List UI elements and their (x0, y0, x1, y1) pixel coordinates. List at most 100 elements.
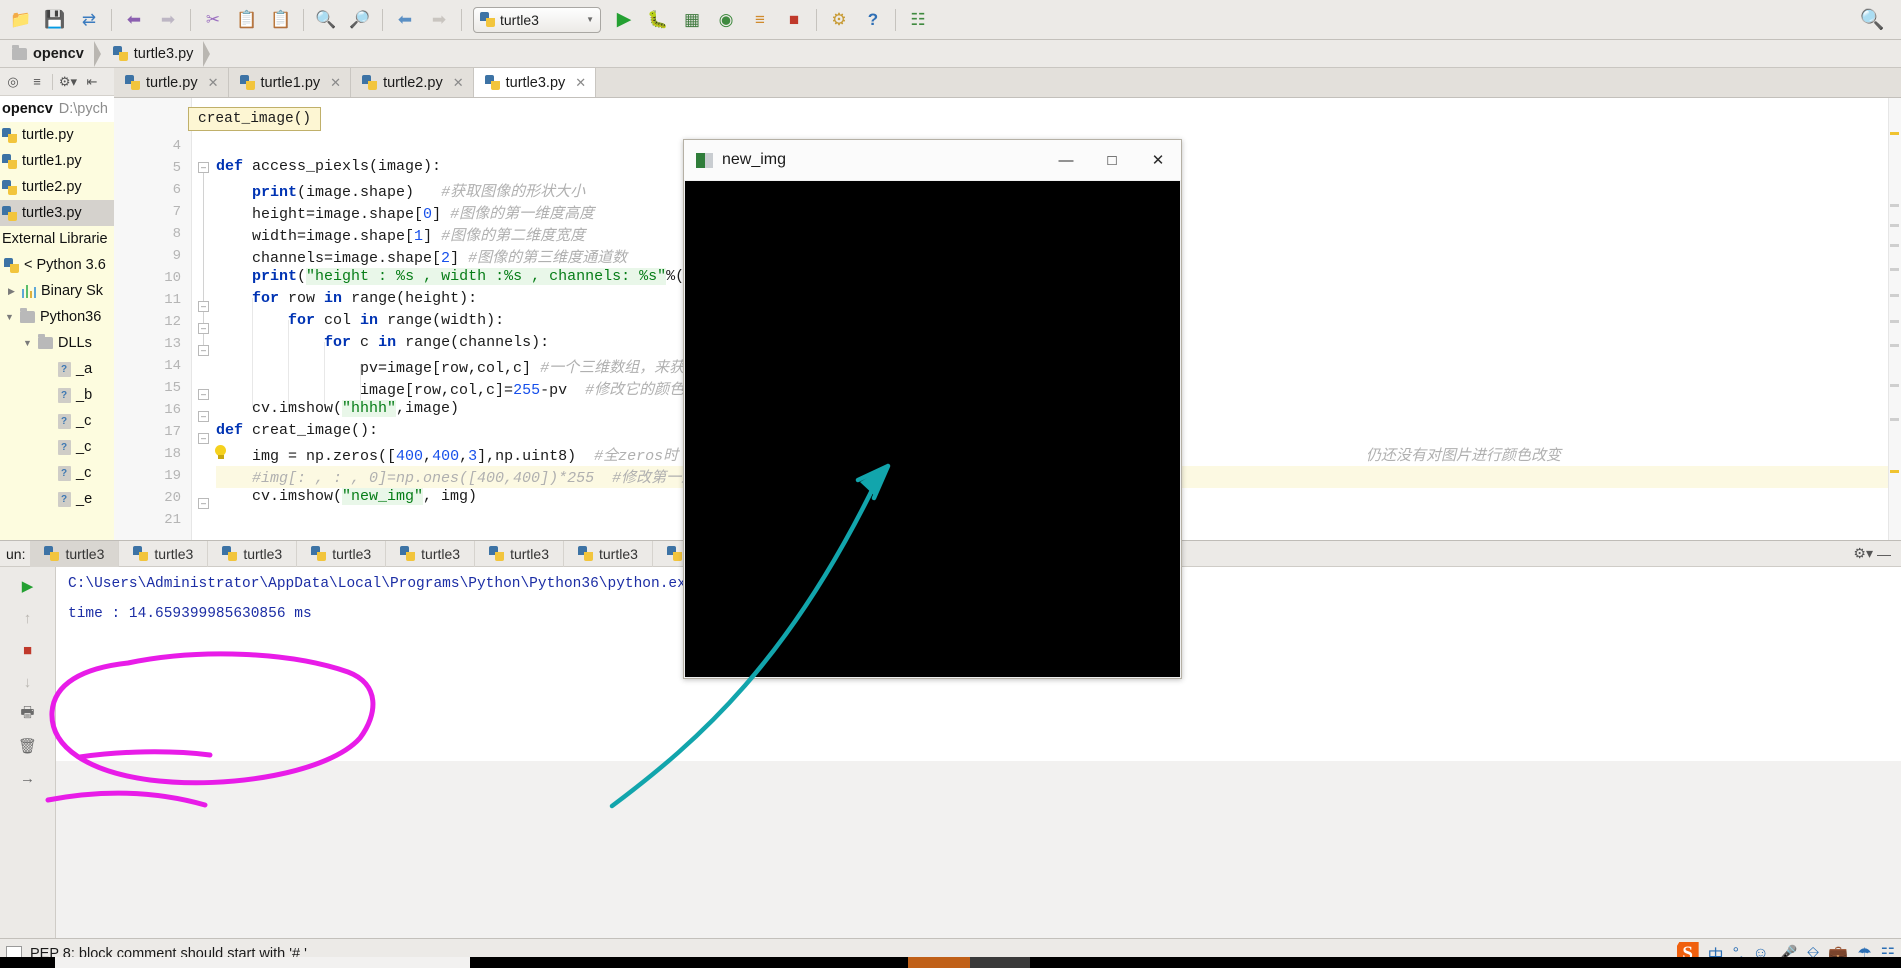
editor-marker-track[interactable] (1888, 98, 1901, 540)
warning-marker[interactable] (1890, 132, 1899, 135)
attach-icon[interactable]: ≡ (743, 4, 777, 36)
back-icon[interactable]: ⬅ (388, 4, 422, 36)
fold-marker[interactable]: – (198, 389, 209, 400)
fold-gutter[interactable]: – – – – – – – – (192, 98, 216, 540)
tree-item-python36-folder[interactable]: ▼ Python36 (0, 304, 114, 330)
tree-item-turtle1-py[interactable]: turtle1.py (0, 148, 114, 174)
tree-item-binary-skeletons[interactable]: ▶ Binary Sk (0, 278, 114, 304)
hide-icon[interactable]: ⇤ (81, 71, 103, 93)
fold-marker[interactable]: – (198, 345, 209, 356)
maximize-button[interactable]: □ (1089, 140, 1135, 180)
close-button[interactable]: ✕ (1135, 140, 1181, 180)
close-icon[interactable]: ✕ (208, 75, 219, 91)
rerun-icon[interactable]: ▶ (12, 571, 44, 601)
change-marker[interactable] (1890, 320, 1899, 323)
chevron-right-icon[interactable]: ▶ (6, 286, 17, 297)
tab-turtle-py[interactable]: turtle.py ✕ (114, 68, 229, 97)
paste-icon[interactable]: 📋 (264, 4, 298, 36)
minimize-icon[interactable]: — (1877, 546, 1891, 562)
tree-item-file-c3[interactable]: _c (0, 460, 114, 486)
run-tab-2[interactable]: turtle3 (208, 540, 298, 567)
find-icon[interactable]: 🔍 (309, 4, 343, 36)
save-icon[interactable]: 💾 (38, 4, 72, 36)
search-everywhere-icon[interactable]: 🔍 (1855, 4, 1889, 36)
target-icon[interactable]: ◎ (2, 71, 24, 93)
settings-icon[interactable]: ⚙▾ (1853, 545, 1873, 562)
close-icon[interactable]: ✕ (330, 75, 341, 91)
copy-icon[interactable]: 📋 (230, 4, 264, 36)
trash-icon[interactable]: 🗑 (12, 731, 44, 761)
close-icon[interactable]: ✕ (575, 75, 586, 91)
help-icon[interactable]: ? (856, 4, 890, 36)
profile-icon[interactable]: ◉ (709, 4, 743, 36)
cv-window-titlebar[interactable]: new_img — □ ✕ (684, 140, 1181, 180)
change-marker[interactable] (1890, 384, 1899, 387)
coverage-icon[interactable]: ▦ (675, 4, 709, 36)
fold-marker[interactable]: – (198, 433, 209, 444)
stop-icon[interactable]: ■ (12, 635, 44, 665)
change-marker[interactable] (1890, 268, 1899, 271)
tree-item-turtle3-py[interactable]: turtle3.py (0, 200, 114, 226)
tree-item-file-e[interactable]: _e (0, 486, 114, 512)
scroll-down-icon[interactable]: ↓ (12, 667, 44, 697)
tree-item-file-c1[interactable]: _c (0, 408, 114, 434)
chevron-down-icon[interactable]: ▼ (22, 338, 33, 348)
tree-item-turtle-py[interactable]: turtle.py (0, 122, 114, 148)
print-icon[interactable]: 🖶 (12, 699, 44, 729)
stop-icon[interactable]: ■ (777, 4, 811, 36)
tree-item-dlls[interactable]: ▼ DLLs (0, 330, 114, 356)
redo-icon[interactable]: ➡ (151, 4, 185, 36)
intention-bulb-icon[interactable] (214, 445, 227, 461)
forward-icon[interactable]: ➡ (422, 4, 456, 36)
breadcrumb-file[interactable]: turtle3.py (101, 40, 204, 68)
run-tab-0[interactable]: turtle3 (30, 540, 120, 567)
change-marker[interactable] (1890, 224, 1899, 227)
opencv-image-window[interactable]: new_img — □ ✕ (683, 139, 1182, 679)
arrow-right-icon[interactable]: → (12, 763, 44, 793)
open-folder-icon[interactable]: 📁 (4, 4, 38, 36)
fold-marker[interactable]: – (198, 411, 209, 422)
change-marker[interactable] (1890, 244, 1899, 247)
run-tab-6[interactable]: turtle3 (564, 540, 653, 567)
fold-marker[interactable]: – (198, 301, 209, 312)
scroll-up-icon[interactable]: ↑ (12, 603, 44, 633)
tab-turtle3-py[interactable]: turtle3.py ✕ (473, 68, 597, 97)
tree-root[interactable]: opencv D:\pych (0, 96, 114, 122)
collapse-icon[interactable]: ≡ (26, 71, 48, 93)
tree-item-file-b[interactable]: _b (0, 382, 114, 408)
tree-item-turtle2-py[interactable]: turtle2.py (0, 174, 114, 200)
fold-marker[interactable]: – (198, 162, 209, 173)
cut-icon[interactable]: ✂ (196, 4, 230, 36)
tree-item-external-libraries[interactable]: External Librarie (0, 226, 114, 252)
run-tab-4[interactable]: turtle3 (386, 540, 476, 567)
run-tab-5[interactable]: turtle3 (475, 540, 564, 567)
chevron-down-icon[interactable]: ▼ (4, 312, 15, 322)
change-marker[interactable] (1890, 204, 1899, 207)
chevron-down-icon[interactable]: ▼ (586, 15, 594, 24)
change-marker[interactable] (1890, 294, 1899, 297)
replace-icon[interactable]: 🔎 (343, 4, 377, 36)
undo-icon[interactable]: ⬅ (117, 4, 151, 36)
tab-turtle2-py[interactable]: turtle2.py ✕ (351, 68, 474, 97)
breadcrumb-project[interactable]: opencv (0, 40, 94, 68)
gear-icon[interactable]: ⚙▾ (57, 71, 79, 93)
tree-item-python36[interactable]: < Python 3.6 (0, 252, 114, 278)
project-tree[interactable]: opencv D:\pych turtle.py turtle1.py turt… (0, 96, 114, 540)
settings-icon[interactable]: ⚙ (822, 4, 856, 36)
debug-icon[interactable]: 🐛 (641, 4, 675, 36)
layout-icon[interactable]: ☷ (901, 4, 935, 36)
tab-turtle1-py[interactable]: turtle1.py ✕ (228, 68, 352, 97)
change-marker[interactable] (1890, 418, 1899, 421)
run-tab-3[interactable]: turtle3 (297, 540, 387, 567)
run-icon[interactable]: ▶ (607, 4, 641, 36)
fold-marker[interactable]: – (198, 498, 209, 509)
close-icon[interactable]: ✕ (453, 75, 464, 91)
warning-marker[interactable] (1890, 470, 1899, 473)
run-tab-1[interactable]: turtle3 (119, 540, 209, 567)
sync-icon[interactable]: ⇄ (72, 4, 106, 36)
run-configuration-selector[interactable]: turtle3 ▼ (473, 6, 601, 33)
tree-item-file-a[interactable]: _a (0, 356, 114, 382)
tree-item-file-c2[interactable]: _c (0, 434, 114, 460)
fold-marker[interactable]: – (198, 323, 209, 334)
minimize-button[interactable]: — (1043, 140, 1089, 180)
